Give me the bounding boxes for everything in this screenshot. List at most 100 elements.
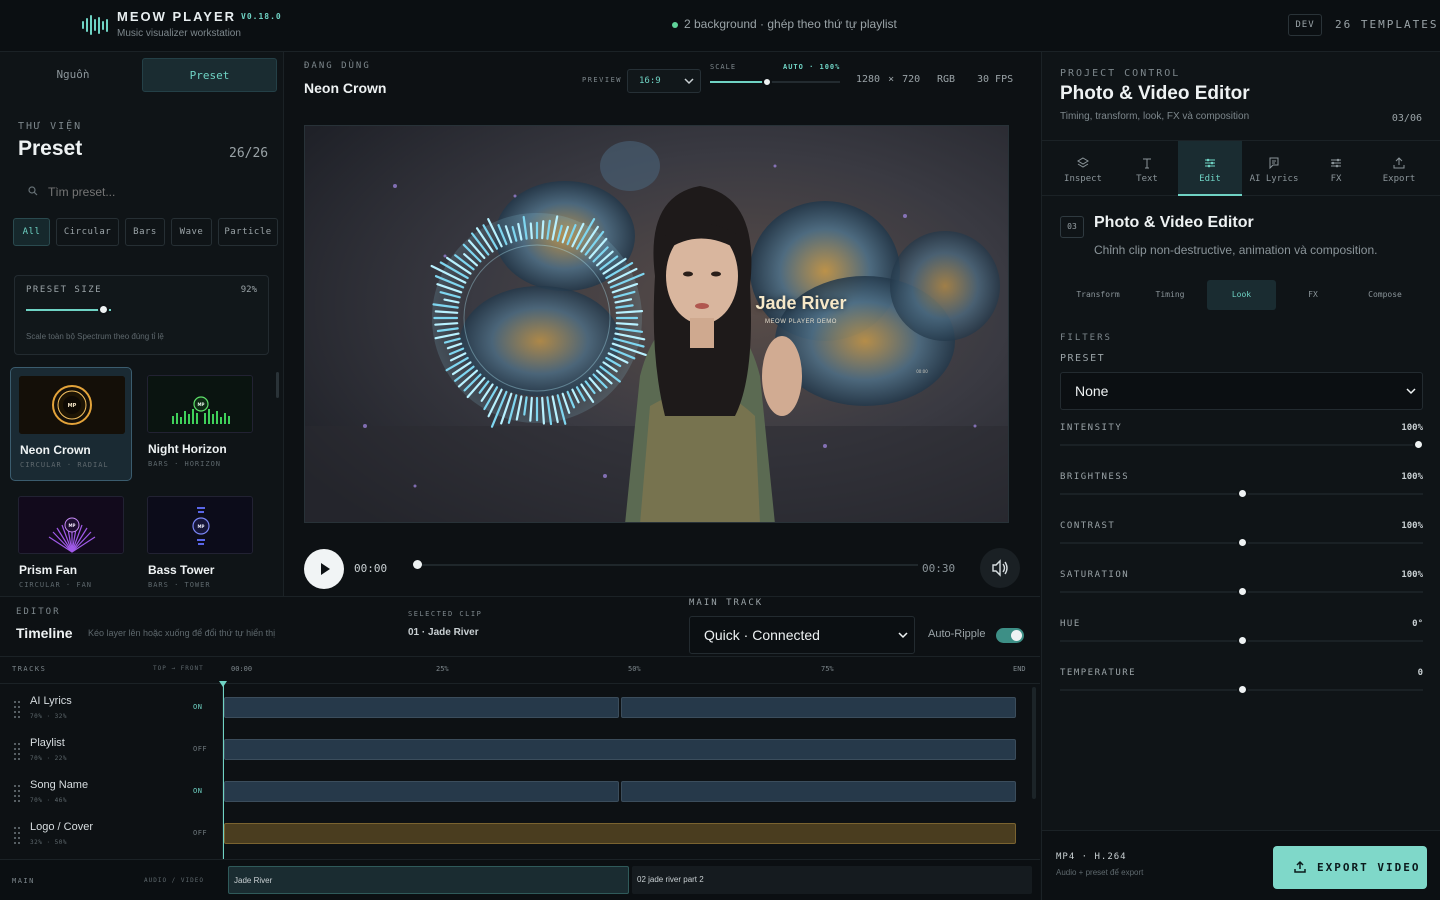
track-state-toggle[interactable]: ON	[193, 787, 202, 795]
section-subtitle: Chỉnh clip non-destructive, animation và…	[1094, 243, 1378, 257]
scale-slider-handle[interactable]	[762, 77, 772, 87]
spectrum-bar	[615, 322, 639, 326]
preview-canvas[interactable]: 00:00 Jade River MEOW PLAYER DEMO	[304, 125, 1009, 523]
panel-page-indicator: 03/06	[1391, 113, 1422, 124]
slider-handle[interactable]	[1236, 488, 1248, 499]
contrast-slider[interactable]: CONTRAST 100%	[1060, 521, 1423, 551]
library-count: 26/26	[229, 146, 269, 161]
tab-export[interactable]: Export	[1366, 141, 1432, 196]
preset-search-input[interactable]	[26, 180, 266, 204]
tab-text[interactable]: Text	[1116, 141, 1178, 196]
scale-slider[interactable]	[710, 77, 840, 87]
filter-chip-all[interactable]: All	[13, 218, 50, 246]
tab-fx[interactable]: FX	[1306, 141, 1366, 196]
brightness-slider[interactable]: BRIGHTNESS 100%	[1060, 472, 1423, 502]
night-horizon-thumb-icon: MP	[148, 376, 252, 432]
slider-handle[interactable]	[1236, 586, 1248, 597]
clip-title-overlay[interactable]: Jade River	[751, 293, 851, 314]
library-title: Preset	[18, 137, 83, 160]
preset-card-neon-crown[interactable]: MP Neon Crown CIRCULAR · RADIAL	[10, 367, 132, 481]
selected-clip-value: 01 · Jade River	[408, 627, 479, 638]
track-state-toggle[interactable]: OFF	[193, 829, 207, 837]
subtab-timing[interactable]: Timing	[1134, 280, 1206, 310]
tab-label: FX	[1330, 174, 1342, 184]
slider-handle[interactable]	[1236, 684, 1248, 695]
preset-tags: CIRCULAR · FAN	[19, 581, 93, 589]
slider-track[interactable]	[1060, 444, 1423, 446]
app-window: MEOW PLAYER V0.18.0 Music visualizer wor…	[0, 0, 1440, 900]
track-state-toggle[interactable]: ON	[193, 703, 202, 711]
seek-handle[interactable]	[413, 560, 422, 569]
tab-ai-lyrics[interactable]: AI Lyrics	[1242, 141, 1306, 196]
seek-bar[interactable]	[413, 560, 918, 569]
tab-source[interactable]: Nguồn	[6, 58, 140, 92]
chevron-down-icon	[898, 632, 908, 639]
subtab-compose[interactable]: Compose	[1349, 280, 1421, 310]
preset-card-night-horizon[interactable]: MP Night Horizon BARS · HORIZON	[139, 367, 261, 481]
track-row-logo-cover[interactable]: Logo / Cover 32% · 50% OFF	[0, 810, 1030, 852]
track-clip-bar[interactable]	[224, 823, 1016, 844]
main-track-select[interactable]: Quick · Connected	[689, 616, 915, 654]
track-clip-bar[interactable]	[224, 739, 1016, 760]
filter-chip-wave[interactable]: Wave	[171, 218, 212, 246]
hue-slider[interactable]: HUE 0°	[1060, 619, 1423, 649]
slider-handle[interactable]	[1236, 635, 1248, 646]
track-row-ai-lyrics[interactable]: AI Lyrics 70% · 32% ON	[0, 684, 1030, 726]
saturation-slider[interactable]: SATURATION 100%	[1060, 570, 1423, 600]
filter-chip-circular[interactable]: Circular	[56, 218, 119, 246]
track-row-song-name[interactable]: Song Name 70% · 46% ON	[0, 768, 1030, 810]
intensity-slider[interactable]: INTENSITY 100%	[1060, 423, 1424, 453]
preset-card-prism-fan[interactable]: MP Prism Fan CIRCULAR · FAN	[10, 488, 132, 602]
subtab-fx[interactable]: FX	[1277, 280, 1349, 310]
preset-name: Bass Tower	[148, 563, 215, 577]
track-clip-bar[interactable]	[224, 697, 619, 718]
panel-tabs: Inspect Text Edit AI Lyrics FX Export	[1042, 140, 1440, 196]
library-scrollbar[interactable]	[276, 372, 279, 398]
drag-handle-icon[interactable]	[14, 700, 20, 718]
tab-preset[interactable]: Preset	[142, 58, 277, 92]
volume-button[interactable]	[980, 548, 1020, 588]
slider-handle[interactable]	[1412, 439, 1424, 450]
thumb-label: MP	[69, 523, 76, 528]
export-video-button[interactable]: EXPORT VIDEO	[1273, 846, 1427, 889]
subtab-transform[interactable]: Transform	[1062, 280, 1134, 310]
preset-size-slider-handle[interactable]	[98, 304, 109, 315]
track-row-playlist[interactable]: Playlist 70% · 22% OFF	[0, 726, 1030, 768]
ruler-tick: END	[1013, 665, 1026, 673]
main-clip[interactable]: Jade River	[228, 866, 629, 894]
filter-chip-bars[interactable]: Bars	[125, 218, 165, 246]
drag-handle-icon[interactable]	[14, 784, 20, 802]
drag-handle-icon[interactable]	[14, 826, 20, 844]
auto-ripple-toggle[interactable]	[996, 628, 1024, 643]
play-button[interactable]	[304, 549, 344, 589]
track-clip-bar[interactable]	[621, 697, 1016, 718]
clip-subtitle-overlay: MEOW PLAYER DEMO	[765, 319, 837, 325]
panel-subtitle: Timing, transform, look, FX và compositi…	[1060, 111, 1250, 122]
track-clip-bar[interactable]	[224, 781, 619, 802]
subtab-look[interactable]: Look	[1207, 280, 1276, 310]
timeline-scrollbar[interactable]	[1032, 687, 1036, 799]
preset-card-bass-tower[interactable]: MP Bass Tower BARS · TOWER	[139, 488, 261, 602]
timeline-panel: EDITOR Timeline Kéo layer lên hoặc xuống…	[0, 596, 1040, 900]
slider-handle[interactable]	[1236, 537, 1248, 548]
drag-handle-icon[interactable]	[14, 742, 20, 760]
filter-chip-particle[interactable]: Particle	[218, 218, 278, 246]
main-clip[interactable]: 02 jade river part 2	[632, 866, 1032, 894]
tab-inspect[interactable]: Inspect	[1050, 141, 1116, 196]
filter-preset-select[interactable]: None	[1060, 372, 1423, 410]
tab-label: Export	[1382, 174, 1416, 184]
bass-tower-thumb-icon: MP	[148, 497, 252, 553]
version-label: V0.18.0	[241, 12, 282, 21]
track-clip-bar[interactable]	[621, 781, 1016, 802]
playhead-cap-icon[interactable]	[219, 681, 227, 687]
temperature-slider[interactable]: TEMPERATURE 0	[1060, 668, 1423, 698]
neon-crown-thumb-icon: MP	[19, 376, 125, 434]
slider-label: SATURATION	[1060, 570, 1130, 580]
aspect-ratio-select[interactable]: 16:9	[627, 69, 701, 93]
tab-edit[interactable]: Edit	[1178, 141, 1242, 196]
fps-label: 30 FPS	[977, 74, 1014, 85]
thumb-label: MP	[198, 524, 205, 529]
track-state-toggle[interactable]: OFF	[193, 745, 207, 753]
timeline-title: Timeline	[16, 625, 73, 641]
auto-ripple-label: Auto-Ripple	[928, 628, 986, 640]
